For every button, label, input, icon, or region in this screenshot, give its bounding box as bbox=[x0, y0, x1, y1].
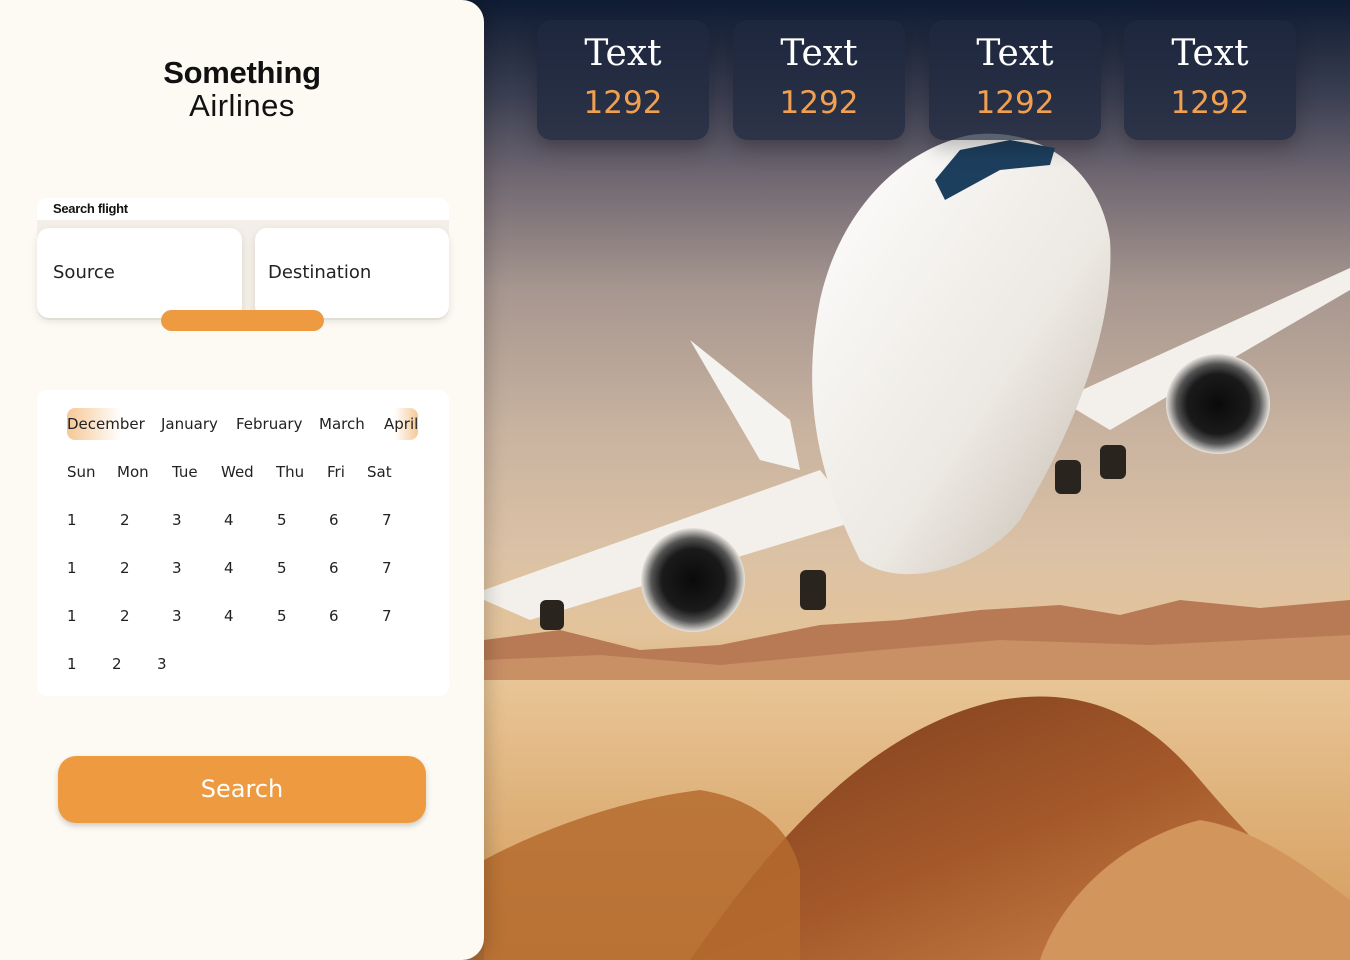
source-field[interactable]: Source bbox=[37, 228, 242, 318]
destination-field[interactable]: Destination bbox=[255, 228, 449, 318]
weekday-header: Sat bbox=[367, 463, 392, 481]
weekday-header: Sun bbox=[67, 463, 96, 481]
calendar-day[interactable]: 3 bbox=[172, 606, 182, 626]
brand-name-line1: Something bbox=[163, 55, 321, 90]
month-tab-january[interactable]: January bbox=[161, 408, 218, 440]
calendar-day[interactable]: 7 bbox=[382, 558, 392, 578]
stat-value: 1292 bbox=[1170, 85, 1250, 121]
calendar-day[interactable]: 4 bbox=[224, 558, 234, 578]
calendar-day[interactable]: 1 bbox=[67, 654, 77, 674]
calendar-day[interactable]: 6 bbox=[329, 510, 339, 530]
month-tab-march[interactable]: March bbox=[319, 408, 365, 440]
stat-label: Text bbox=[976, 33, 1054, 74]
stat-value: 1292 bbox=[779, 85, 859, 121]
date-picker-calendar: December January February March April Su… bbox=[37, 390, 449, 696]
calendar-day[interactable]: 4 bbox=[224, 510, 234, 530]
calendar-day[interactable]: 2 bbox=[120, 606, 130, 626]
weekday-header: Mon bbox=[117, 463, 149, 481]
weekday-header: Tue bbox=[172, 463, 198, 481]
search-button[interactable]: Search bbox=[58, 756, 426, 823]
destination-label: Destination bbox=[268, 262, 372, 283]
calendar-day[interactable]: 6 bbox=[329, 558, 339, 578]
weekday-header: Thu bbox=[276, 463, 305, 481]
stat-value: 1292 bbox=[975, 85, 1055, 121]
calendar-day[interactable]: 2 bbox=[120, 510, 130, 530]
search-flight-title: Search flight bbox=[37, 198, 449, 220]
month-tab-april[interactable]: April bbox=[384, 408, 419, 440]
calendar-day[interactable]: 3 bbox=[172, 510, 182, 530]
calendar-day[interactable]: 3 bbox=[157, 654, 167, 674]
stat-card-1: Text 1292 bbox=[537, 20, 709, 140]
calendar-day[interactable]: 1 bbox=[67, 510, 77, 530]
weekday-header: Wed bbox=[221, 463, 254, 481]
stat-value: 1292 bbox=[583, 85, 663, 121]
swap-route-button[interactable] bbox=[161, 310, 324, 331]
calendar-day[interactable]: 2 bbox=[120, 558, 130, 578]
calendar-day[interactable]: 2 bbox=[112, 654, 122, 674]
calendar-day[interactable]: 5 bbox=[277, 510, 287, 530]
calendar-day[interactable]: 1 bbox=[67, 558, 77, 578]
calendar-day[interactable]: 7 bbox=[382, 510, 392, 530]
stat-card-3: Text 1292 bbox=[929, 20, 1101, 140]
calendar-day[interactable]: 4 bbox=[224, 606, 234, 626]
month-selector: December January February March April bbox=[67, 408, 419, 440]
stat-label: Text bbox=[584, 33, 662, 74]
stat-card-2: Text 1292 bbox=[733, 20, 905, 140]
calendar-day[interactable]: 7 bbox=[382, 606, 392, 626]
stat-card-4: Text 1292 bbox=[1124, 20, 1296, 140]
month-tab-december[interactable]: December bbox=[67, 408, 145, 440]
calendar-day[interactable]: 5 bbox=[277, 606, 287, 626]
stat-label: Text bbox=[780, 33, 858, 74]
brand-name-line2: Airlines bbox=[189, 88, 295, 123]
booking-panel: Something Airlines Search flight Source … bbox=[0, 0, 484, 960]
calendar-day[interactable]: 3 bbox=[172, 558, 182, 578]
weekday-header: Fri bbox=[327, 463, 345, 481]
calendar-day[interactable]: 1 bbox=[67, 606, 77, 626]
calendar-day[interactable]: 5 bbox=[277, 558, 287, 578]
calendar-day[interactable]: 6 bbox=[329, 606, 339, 626]
stat-label: Text bbox=[1171, 33, 1249, 74]
search-flight-box: Search flight Source Destination bbox=[37, 198, 449, 320]
brand-logo: Something Airlines bbox=[0, 56, 484, 122]
source-label: Source bbox=[53, 262, 115, 283]
month-tab-february[interactable]: February bbox=[236, 408, 302, 440]
